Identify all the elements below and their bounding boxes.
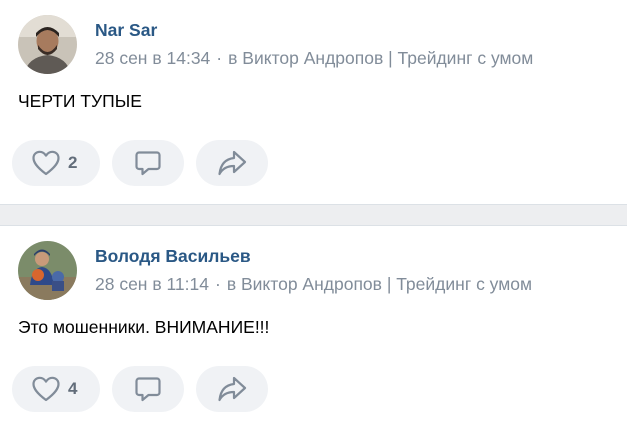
share-icon xyxy=(217,375,247,403)
reply-to[interactable]: в Виктор Андропов | Трейдинг с умом xyxy=(227,274,532,294)
user-avatar-photo-icon xyxy=(18,15,77,74)
like-button[interactable]: 2 xyxy=(12,140,100,186)
post-meta: 28 сен в 14:34 · в Виктор Андропов | Трейд… xyxy=(95,48,533,69)
like-button[interactable]: 4 xyxy=(12,366,100,412)
comment-button[interactable] xyxy=(112,140,184,186)
share-button[interactable] xyxy=(196,140,268,186)
author-name[interactable]: Володя Васильев xyxy=(95,246,251,267)
post-date[interactable]: 28 сен в 11:14 xyxy=(95,274,209,294)
avatar[interactable] xyxy=(18,241,77,300)
meta-separator: · xyxy=(216,48,223,68)
comment-button[interactable] xyxy=(112,366,184,412)
post-meta: 28 сен в 11:14 · в Виктор Андропов | Трейд… xyxy=(95,274,532,295)
post-divider xyxy=(0,204,627,226)
like-count: 2 xyxy=(68,153,78,172)
heart-icon xyxy=(32,150,60,176)
reply-to[interactable]: в Виктор Андропов | Трейдинг с умом xyxy=(228,48,533,68)
heart-icon xyxy=(32,376,60,402)
author-name[interactable]: Nar Sar xyxy=(95,20,157,41)
post-text: ЧЕРТИ ТУПЫЕ xyxy=(18,91,142,111)
post-actions: 4 xyxy=(12,366,268,412)
comment-icon xyxy=(134,149,162,177)
comment-post: Володя Васильев 28 сен в 11:14 · в Виктор … xyxy=(0,226,627,430)
share-icon xyxy=(217,149,247,177)
like-count: 4 xyxy=(68,379,78,398)
share-button[interactable] xyxy=(196,366,268,412)
meta-separator: · xyxy=(215,274,221,294)
post-text: Это мошенники. ВНИМАНИЕ!!! xyxy=(18,317,270,337)
post-date[interactable]: 28 сен в 14:34 xyxy=(95,48,210,68)
user-avatar-photo-icon xyxy=(18,241,77,300)
avatar[interactable] xyxy=(18,15,77,74)
comment-icon xyxy=(134,375,162,403)
comment-post: Nar Sar 28 сен в 14:34 · в Виктор Андропов… xyxy=(0,0,627,204)
post-actions: 2 xyxy=(12,140,268,186)
